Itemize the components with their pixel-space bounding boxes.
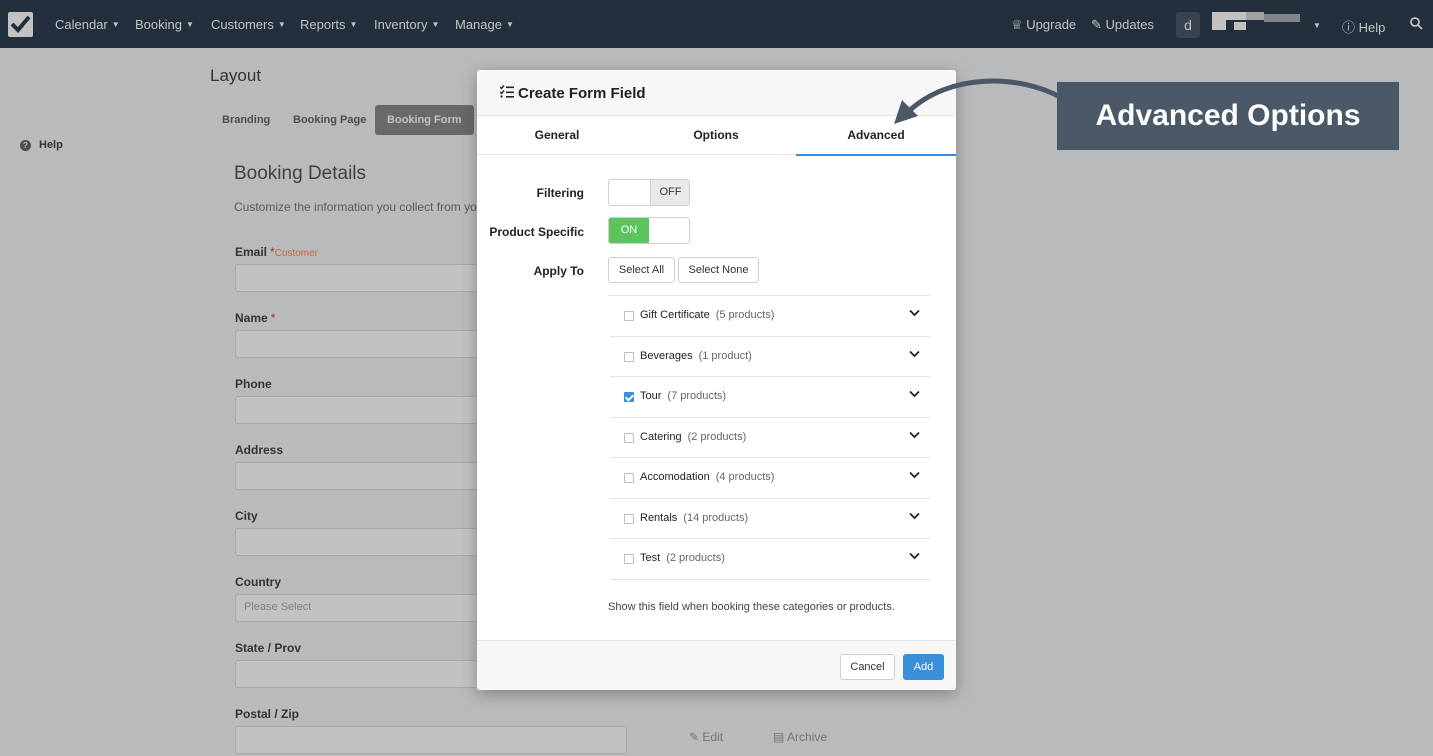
filtering-toggle[interactable]: OFF [608,179,690,206]
category-label: Test (2 products) [640,552,725,564]
category-count: (7 products) [667,390,727,402]
category-checkbox[interactable] [624,432,634,443]
category-label: Beverages (1 product) [640,350,752,362]
chevron-down-icon[interactable] [909,471,920,479]
category-count: (5 products) [715,309,775,321]
category-name: Accomodation [640,471,710,483]
toggle-on-state: ON [609,218,649,243]
category-count: (4 products) [715,471,775,483]
category-label: Catering (2 products) [640,431,746,443]
cancel-button[interactable]: Cancel [840,654,895,680]
category-checkbox[interactable] [624,392,634,402]
category-list: Gift Certificate (5 products) Beverages (1 … [608,295,930,580]
category-row[interactable]: Rentals (14 products) [610,499,930,539]
select-all-button[interactable]: Select All [608,257,675,283]
category-count: (14 products) [683,511,749,524]
chevron-down-icon[interactable] [909,431,920,439]
category-row[interactable]: Accomodation (4 products) [610,458,930,499]
category-count: (2 products) [687,430,747,443]
category-name: Test [640,552,661,564]
chevron-down-icon[interactable] [909,552,920,560]
chevron-down-icon[interactable] [909,512,920,520]
category-name: Gift Certificate [640,309,710,321]
category-checkbox[interactable] [624,513,634,524]
add-button[interactable]: Add [903,654,944,680]
apply-to-label: Apply To [533,264,584,278]
tab-general[interactable]: General [477,116,637,155]
category-label: Rentals (14 products) [640,512,748,524]
chevron-down-icon[interactable] [909,350,920,358]
category-name: Catering [640,430,682,443]
product-specific-label: Product Specific [489,225,584,239]
curved-arrow-icon [894,78,1063,124]
select-none-button[interactable]: Select None [678,257,759,283]
category-row[interactable]: Tour (7 products) [610,377,930,418]
product-specific-toggle[interactable]: ON [608,217,690,244]
category-label: Gift Certificate (5 products) [640,309,774,321]
category-count: (2 products) [666,552,725,564]
modal-footer: Cancel Add [477,640,956,690]
modal-title: Create Form Field [518,85,646,102]
category-checkbox[interactable] [624,311,634,321]
category-row[interactable]: Catering (2 products) [610,418,930,458]
list-check-icon [500,85,514,98]
category-row[interactable]: Beverages (1 product) [610,337,930,377]
filter-hint: Show this field when booking these categ… [608,601,895,613]
category-checkbox[interactable] [624,473,634,483]
tab-options[interactable]: Options [636,116,796,155]
category-row[interactable]: Gift Certificate (5 products) [610,296,930,337]
create-form-field-modal: Create Form Field General Options Advanc… [477,70,956,690]
advanced-options-callout: Advanced Options [1057,82,1399,150]
category-row[interactable]: Test (2 products) [610,539,930,580]
category-checkbox[interactable] [624,351,634,362]
category-checkbox[interactable] [624,554,634,564]
category-name: Rentals [640,511,678,524]
filtering-label: Filtering [536,186,584,200]
category-label: Accomodation (4 products) [640,471,774,483]
category-label: Tour (7 products) [640,390,726,402]
category-name: Beverages [640,349,693,362]
category-name: Tour [640,390,662,402]
chevron-down-icon[interactable] [909,390,920,398]
chevron-down-icon[interactable] [909,309,920,317]
toggle-off-state: OFF [650,180,689,205]
category-count: (1 product) [698,349,752,362]
